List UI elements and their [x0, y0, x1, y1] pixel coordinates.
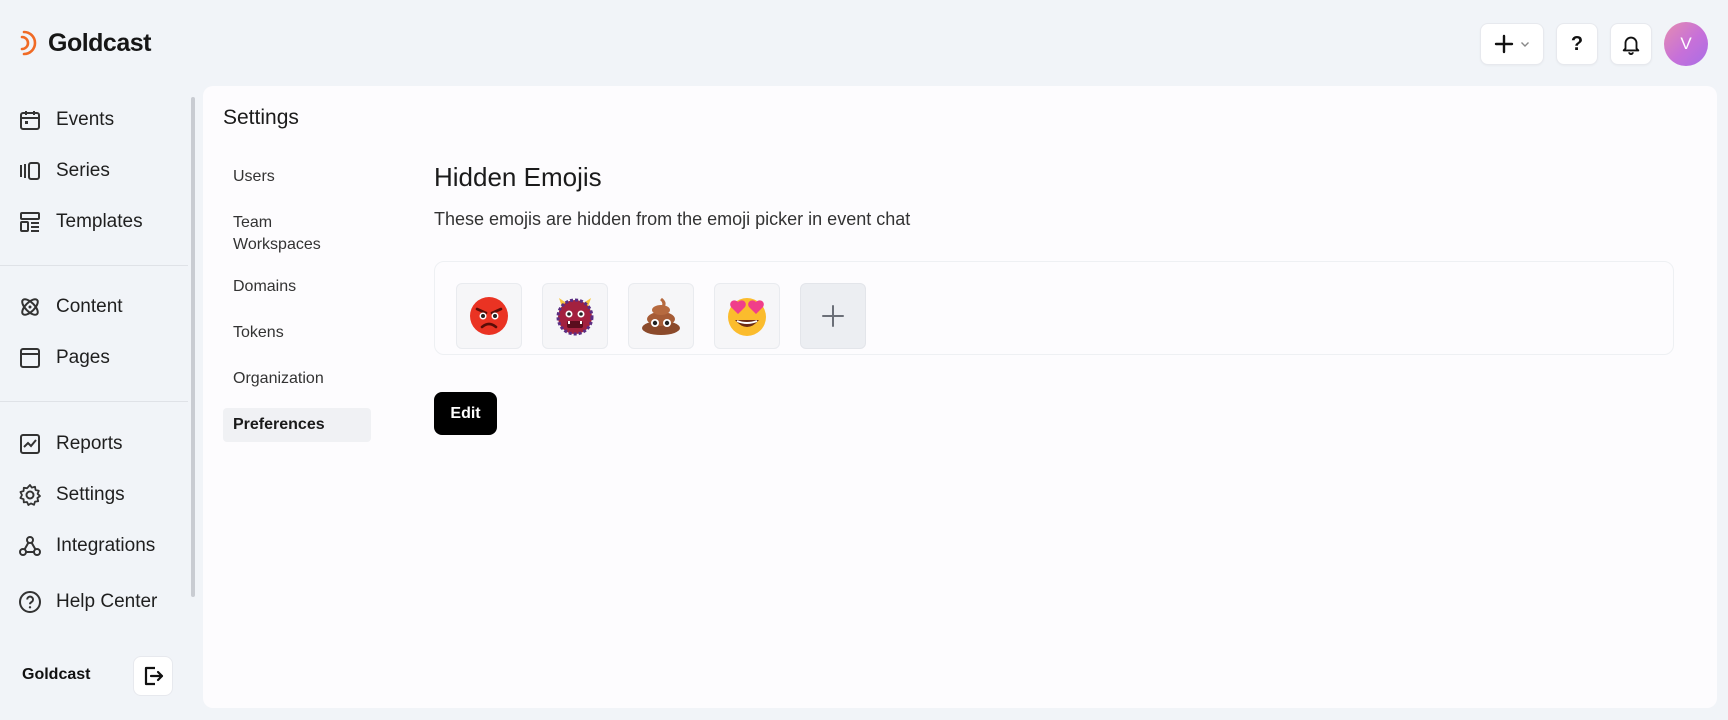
- bell-icon: [1622, 36, 1640, 55]
- sidebar-item-events[interactable]: Events: [18, 105, 114, 135]
- sidebar-item-label: Settings: [56, 484, 125, 505]
- sidebar: Events Series Templates Content Pages Re…: [0, 90, 192, 720]
- logout-icon: [144, 666, 164, 686]
- logout-button[interactable]: [133, 656, 173, 696]
- goldcast-logo-icon: [20, 30, 37, 56]
- hidden-emoji-tile[interactable]: [542, 283, 608, 349]
- sidebar-item-label: Events: [56, 109, 115, 130]
- sidebar-item-help-center[interactable]: Help Center: [18, 587, 157, 617]
- settings-subnav: Users Team Workspaces Domains Tokens Org…: [223, 160, 371, 442]
- plus-icon: [822, 305, 844, 327]
- help-button[interactable]: ?: [1556, 23, 1598, 65]
- sidebar-scrollbar[interactable]: [191, 97, 195, 597]
- sidebar-item-series[interactable]: Series: [18, 156, 110, 186]
- sidebar-item-label: Series: [56, 160, 110, 181]
- heart-eyes-emoji: [728, 298, 766, 336]
- atom-icon: [18, 295, 42, 319]
- sidebar-item-label: Templates: [56, 211, 143, 232]
- sidebar-item-label: Pages: [56, 347, 110, 368]
- subnav-item-preferences[interactable]: Preferences: [223, 408, 371, 442]
- series-icon: [18, 159, 42, 183]
- sidebar-item-label: Content: [56, 296, 123, 317]
- gear-icon: [18, 483, 42, 507]
- subnav-item-organization[interactable]: Organization: [223, 362, 371, 396]
- subnav-item-domains[interactable]: Domains: [223, 270, 371, 304]
- page-title: Settings: [223, 106, 299, 129]
- create-menu-button[interactable]: [1480, 23, 1544, 65]
- calendar-icon: [18, 108, 42, 132]
- webhook-icon: [18, 534, 42, 558]
- section-description: These emojis are hidden from the emoji p…: [434, 209, 911, 229]
- goldcast-logo[interactable]: Goldcast: [20, 26, 151, 60]
- page-icon: [18, 346, 42, 370]
- angry-face-emoji: [470, 297, 508, 335]
- pile-of-poo-emoji: [642, 297, 680, 335]
- templates-icon: [18, 210, 42, 234]
- topbar-actions: ? V: [1480, 22, 1708, 66]
- hidden-emoji-tile[interactable]: [456, 283, 522, 349]
- section-title: Hidden Emojis: [434, 162, 602, 192]
- ogre-emoji: [556, 298, 594, 336]
- help-circle-icon: [18, 590, 42, 614]
- sidebar-item-settings[interactable]: Settings: [18, 480, 125, 510]
- sidebar-divider: [0, 401, 188, 402]
- edit-button[interactable]: Edit: [434, 392, 497, 435]
- sidebar-item-pages[interactable]: Pages: [18, 343, 110, 373]
- notifications-button[interactable]: [1610, 23, 1652, 65]
- subnav-item-users[interactable]: Users: [223, 160, 371, 194]
- hidden-emoji-tile[interactable]: [628, 283, 694, 349]
- sidebar-item-templates[interactable]: Templates: [18, 207, 143, 237]
- chevron-down-icon: [1521, 42, 1529, 47]
- sidebar-item-reports[interactable]: Reports: [18, 429, 123, 459]
- plus-icon: [1494, 34, 1514, 54]
- app-name: Goldcast: [48, 28, 151, 57]
- sidebar-item-label: Help Center: [56, 591, 158, 612]
- sidebar-divider: [0, 265, 188, 266]
- user-avatar[interactable]: V: [1664, 22, 1708, 66]
- add-hidden-emoji-button[interactable]: [800, 283, 866, 349]
- hidden-emoji-tile[interactable]: [714, 283, 780, 349]
- help-icon: ?: [1570, 32, 1584, 55]
- subnav-item-tokens[interactable]: Tokens: [223, 316, 371, 350]
- settings-panel: Settings Users Team Workspaces Domains T…: [203, 86, 1717, 708]
- hidden-emoji-list: [434, 261, 1674, 355]
- sidebar-item-integrations[interactable]: Integrations: [18, 531, 155, 561]
- sidebar-item-label: Integrations: [56, 535, 156, 556]
- sidebar-item-content[interactable]: Content: [18, 292, 123, 322]
- sidebar-item-label: Reports: [56, 433, 123, 454]
- subnav-item-team-workspaces[interactable]: Team Workspaces: [223, 206, 371, 262]
- organization-name: Goldcast: [22, 666, 91, 683]
- chart-icon: [18, 432, 42, 456]
